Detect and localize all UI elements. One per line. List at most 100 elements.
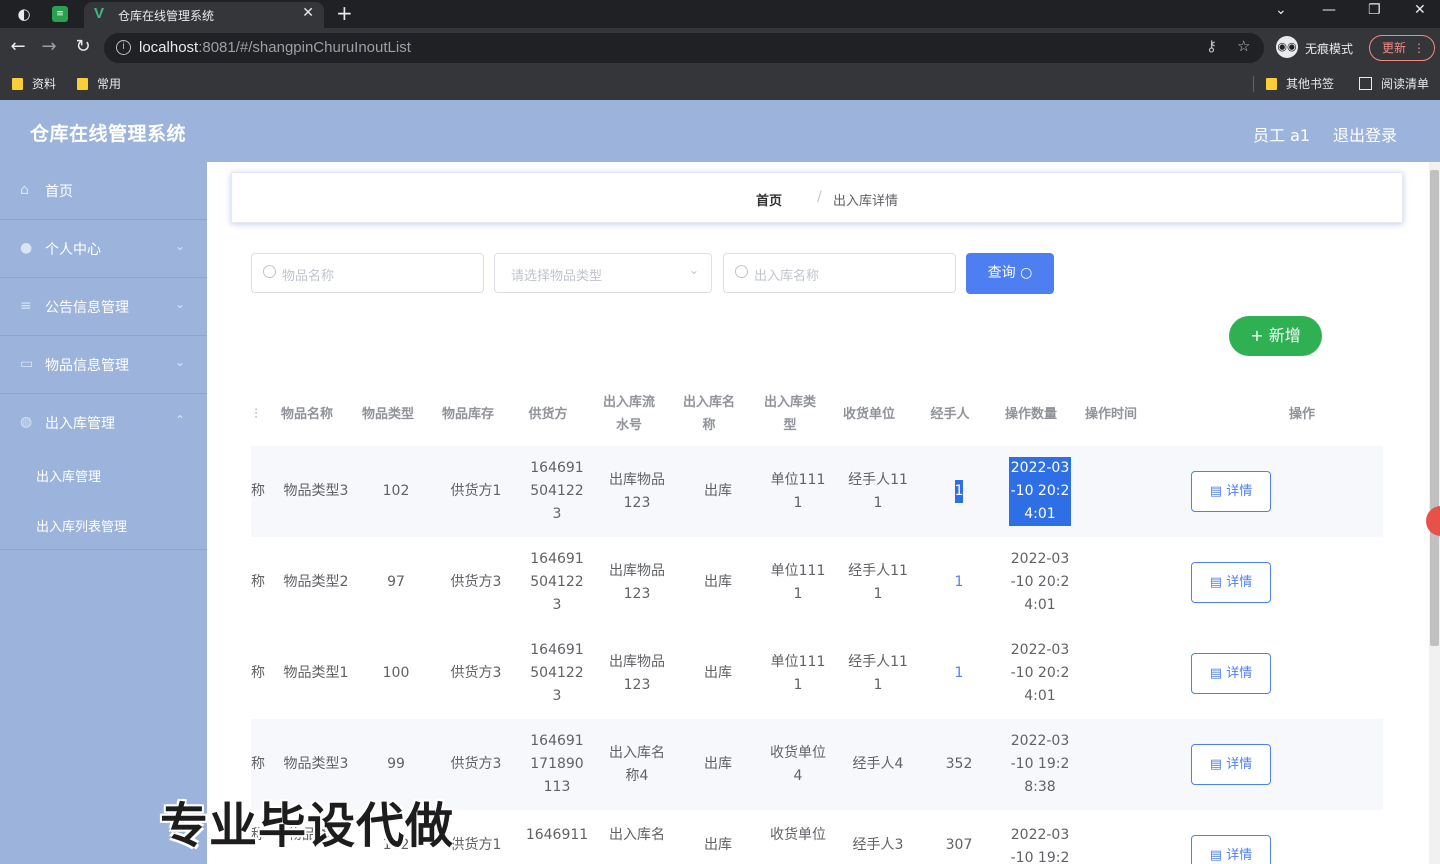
- browser-menu-icon[interactable]: ◐: [14, 4, 34, 24]
- cell-supplier: 供货方3: [450, 574, 502, 590]
- sidebar-subitem-label: 出入库列表管理: [36, 520, 128, 535]
- sidebar-item-notice[interactable]: ≡ 公告信息管理 ⌄: [0, 278, 207, 336]
- user-icon: ●: [20, 240, 33, 256]
- window-close-icon[interactable]: ✕: [1414, 2, 1426, 18]
- cell-quantity: 1: [928, 446, 990, 537]
- sidebar-item-personal-center[interactable]: ● 个人中心 ⌄: [0, 220, 207, 278]
- cell-serial: 1646911: [525, 827, 589, 843]
- home-icon: ⌂: [20, 182, 29, 198]
- bookmark-divider: [1253, 76, 1254, 92]
- cell-stock: 97: [387, 574, 405, 590]
- tab-search-icon[interactable]: ⌄: [1275, 2, 1287, 18]
- cell-handler: 经手人3: [852, 837, 904, 853]
- cell-serial: 164691171890113: [530, 733, 584, 795]
- sidebar-item-home[interactable]: ⌂ 首页: [0, 162, 207, 220]
- column-header: 收货单位: [842, 406, 895, 422]
- cell-inout-name: 出库物品123: [609, 653, 665, 693]
- column-header: 出入库名称: [682, 395, 735, 433]
- bookmark-folder[interactable]: 常用: [77, 75, 121, 92]
- browser-tab-strip: ◐ ≡ V 仓库在线管理系统 ✕ + ⌄ — ❐ ✕: [0, 0, 1440, 28]
- bookmarks-bar: 资料 常用 其他书签 阅读清单: [0, 68, 1440, 100]
- bookmark-folder[interactable]: 资料: [12, 75, 56, 92]
- breadcrumb-home[interactable]: 首页: [756, 190, 782, 209]
- sidebar-subitem-inout-manage[interactable]: 出入库管理: [0, 450, 207, 500]
- sidebar-item-label: 个人中心: [45, 242, 101, 258]
- query-button[interactable]: 查询 ○: [966, 253, 1054, 294]
- vue-icon: V: [94, 5, 105, 22]
- cell-inout-type: 出库: [704, 665, 732, 681]
- cell-goods-type: 物品类型3: [283, 483, 349, 499]
- cell-inout-name: 出入库名: [609, 827, 665, 843]
- sidebar-item-goods[interactable]: ▭ 物品信息管理 ⌄: [0, 336, 207, 394]
- detail-button[interactable]: ▤ 详情: [1191, 562, 1271, 603]
- app-header: 仓库在线管理系统 员工 a1 退出登录: [0, 100, 1440, 162]
- cell-serial: 1646915041223: [530, 460, 584, 522]
- cell-time: 2022-03-10 20:24:01: [1010, 642, 1070, 704]
- cell-goods-name: 称: [251, 574, 265, 590]
- cell-stock: 102: [382, 483, 410, 499]
- url-text[interactable]: localhost:8081/#/shangpinChuruInoutList: [139, 39, 411, 56]
- tab-title: 仓库在线管理系统: [118, 9, 215, 23]
- detail-button[interactable]: ▤ 详情: [1191, 744, 1271, 785]
- goods-icon: ▭: [20, 356, 34, 372]
- goods-name-input[interactable]: 物品名称: [251, 253, 484, 293]
- other-bookmarks[interactable]: 其他书签: [1266, 75, 1334, 92]
- cell-serial: 1646915041223: [530, 551, 584, 613]
- pinned-tab-icon[interactable]: ≡: [52, 6, 68, 22]
- inout-name-input[interactable]: 出入库名称: [723, 253, 956, 293]
- column-divider: ⫶: [254, 406, 258, 422]
- reading-list-icon: [1359, 77, 1372, 90]
- minimize-icon[interactable]: —: [1322, 2, 1336, 18]
- detail-button[interactable]: ▤ 详情: [1191, 653, 1271, 694]
- cell-inout-type: 出库: [704, 756, 732, 772]
- column-header: 操作时间: [1084, 406, 1137, 422]
- incognito-icon: ◉◉: [1276, 36, 1298, 58]
- address-bar[interactable]: i localhost:8081/#/shangpinChuruInoutLis…: [104, 33, 1264, 63]
- close-icon[interactable]: ✕: [302, 5, 314, 21]
- sidebar: ⌂ 首页 ● 个人中心 ⌄ ≡ 公告信息管理 ⌄ ▭ 物品信息管理 ⌄ ◍ 出入…: [0, 162, 207, 864]
- goods-type-placeholder: 请选择物品类型: [511, 269, 603, 284]
- current-user[interactable]: 员工 a1: [1253, 122, 1310, 146]
- star-icon[interactable]: ☆: [1237, 37, 1250, 55]
- add-button[interactable]: + 新增: [1229, 316, 1322, 356]
- cell-supplier: 供货方3: [450, 665, 502, 681]
- document-icon: ▤: [1209, 757, 1223, 772]
- sidebar-subitem-inout-list[interactable]: 出入库列表管理: [0, 500, 207, 550]
- chevron-down-icon: ⌄: [174, 297, 185, 311]
- update-button[interactable]: 更新 ⋮: [1369, 35, 1435, 61]
- cell-quantity: 1: [954, 574, 964, 590]
- sidebar-subitem-label: 出入库管理: [36, 470, 102, 485]
- table-row: 称 物品类型3 102 供货方1 1646915041223 出库物品123 出…: [251, 446, 1383, 537]
- sidebar-item-inout[interactable]: ◍ 出入库管理 ⌃: [0, 394, 207, 452]
- cell-time: 2022-03-10 20:24:01: [1010, 551, 1070, 613]
- logout-link[interactable]: 退出登录: [1333, 122, 1397, 146]
- column-header: 出入库流水号: [602, 395, 655, 433]
- detail-button[interactable]: ▤ 详情: [1191, 471, 1271, 512]
- column-header: 经手人: [930, 406, 970, 422]
- goods-type-select[interactable]: 请选择物品类型 ⌄: [494, 253, 712, 293]
- column-header: 操作数量: [1004, 406, 1057, 422]
- notice-icon: ≡: [20, 298, 32, 314]
- folder-icon: [1266, 78, 1277, 90]
- scrollbar-thumb[interactable]: [1430, 170, 1439, 646]
- cell-goods-name: 称: [251, 665, 265, 681]
- cell-handler: 经手人111: [848, 471, 908, 511]
- reload-icon[interactable]: ↻: [72, 36, 94, 57]
- key-icon[interactable]: ⚷: [1206, 37, 1217, 55]
- cell-inout-type: 出库: [704, 837, 732, 853]
- browser-toolbar: ← → ↻ i localhost:8081/#/shangpinChuruIn…: [0, 28, 1440, 68]
- search-icon: [735, 265, 748, 278]
- forward-icon[interactable]: →: [38, 36, 60, 57]
- restore-icon[interactable]: ❐: [1368, 2, 1381, 18]
- active-tab[interactable]: V 仓库在线管理系统 ✕: [84, 2, 324, 28]
- table-row: 称 物品类型2 97 供货方3 1646915041223 出库物品123 出库…: [251, 537, 1383, 628]
- new-tab-icon[interactable]: +: [336, 1, 353, 25]
- back-icon[interactable]: ←: [7, 36, 29, 57]
- info-icon[interactable]: i: [116, 40, 131, 55]
- search-icon: [263, 265, 276, 278]
- reading-list[interactable]: 阅读清单: [1359, 75, 1429, 92]
- chevron-up-icon: ⌃: [174, 413, 185, 427]
- document-icon: ▤: [1209, 666, 1223, 681]
- sidebar-item-label: 物品信息管理: [45, 358, 129, 374]
- detail-button[interactable]: ▤ 详情: [1191, 835, 1271, 864]
